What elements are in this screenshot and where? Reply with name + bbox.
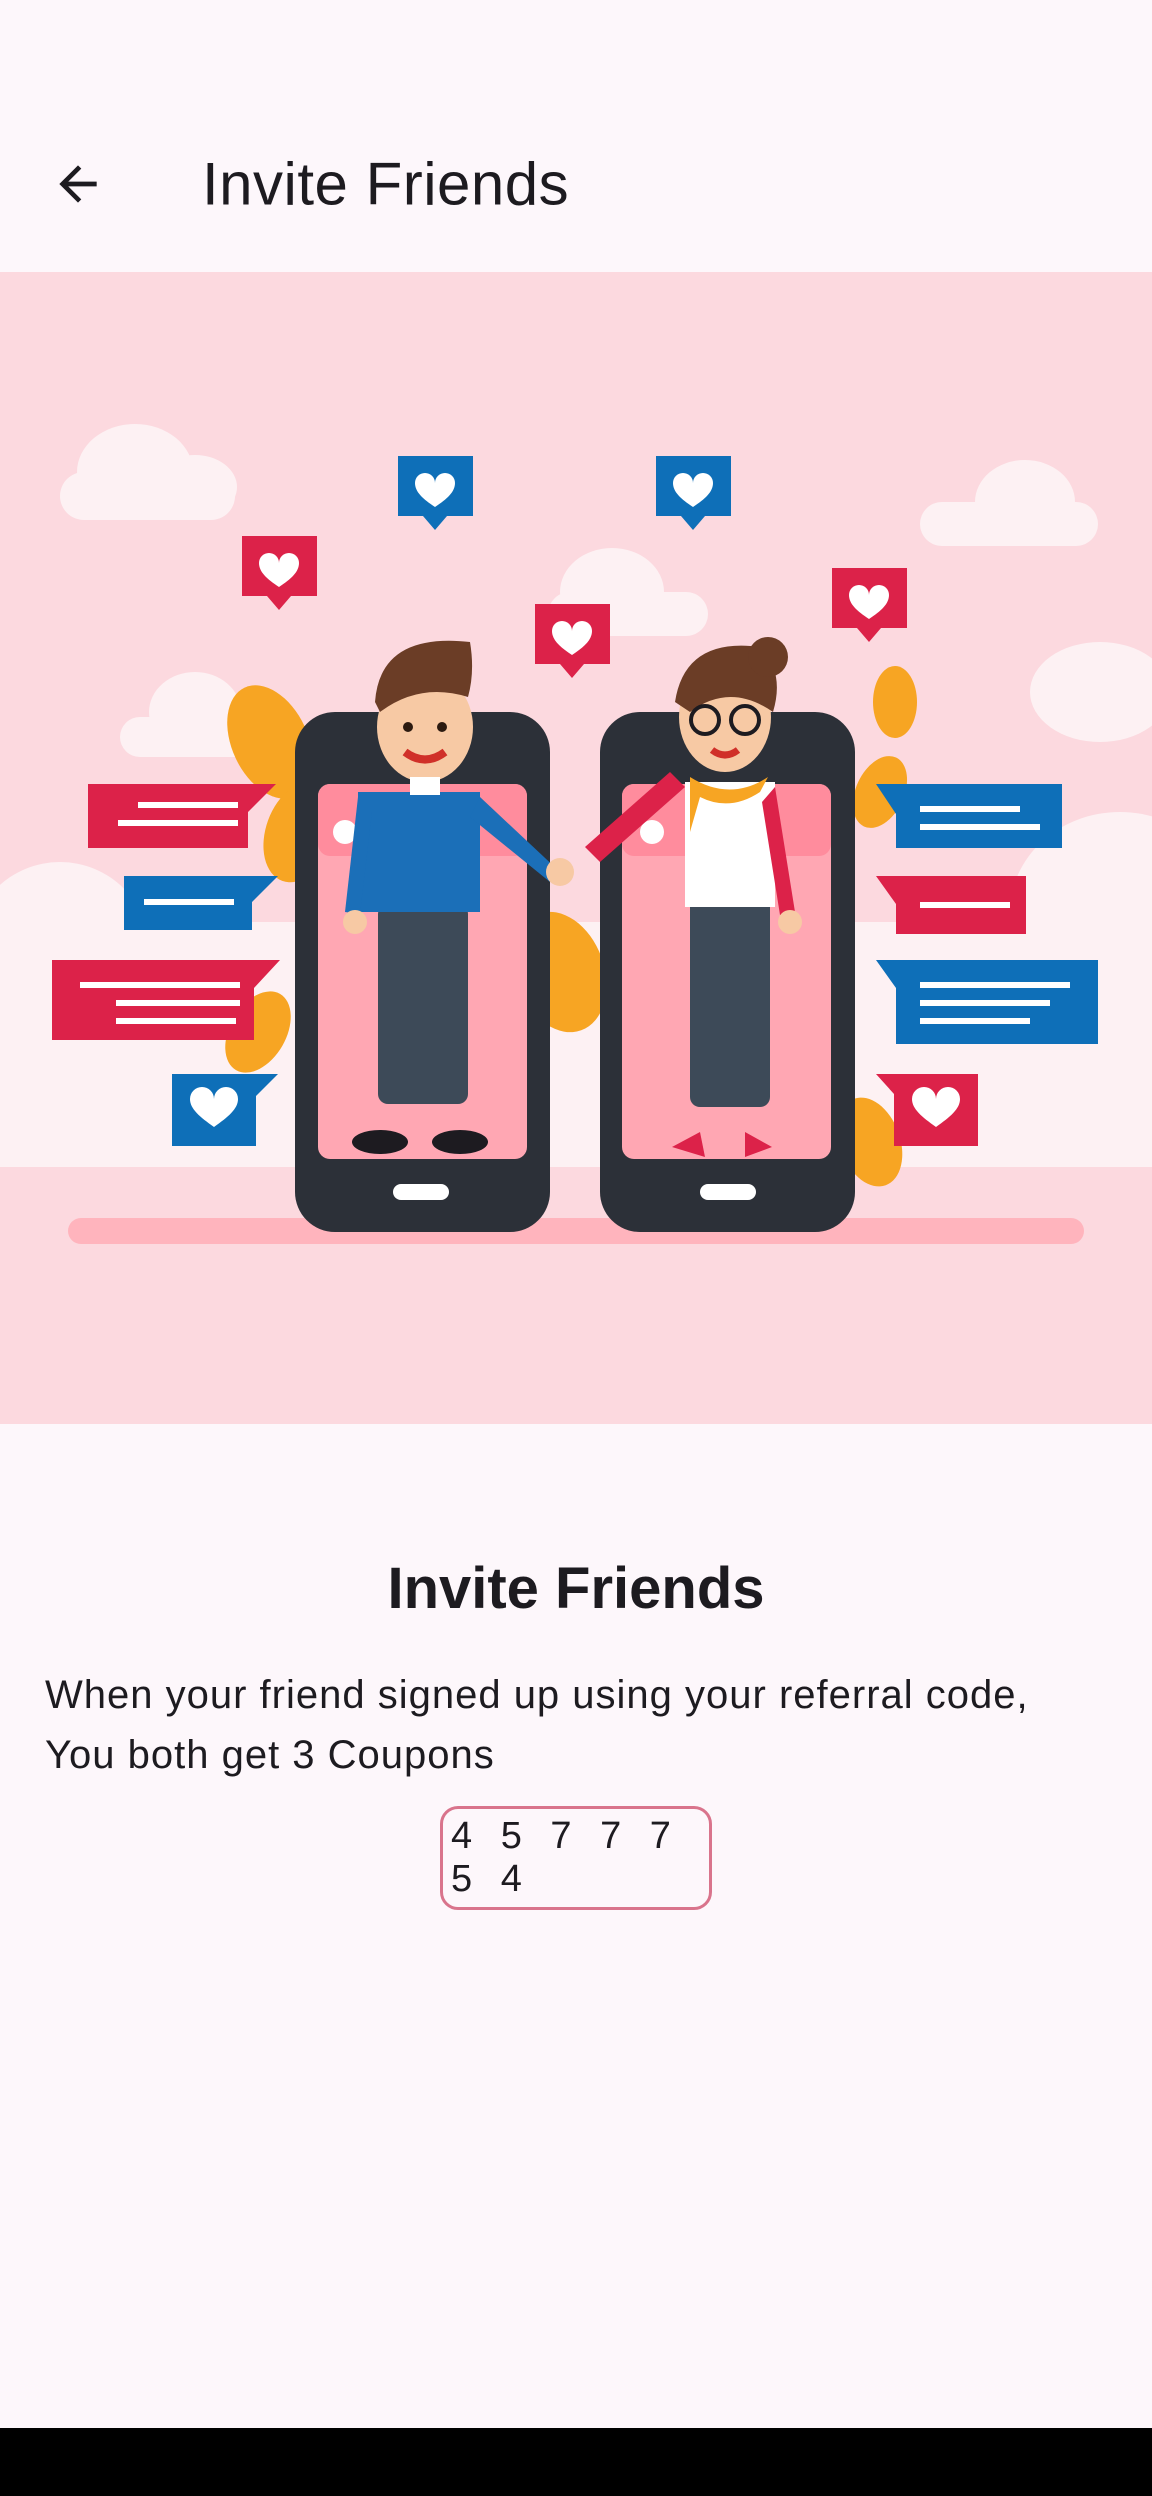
status-bar [0, 0, 1152, 96]
description-line-2: You both get 3 Coupons [45, 1733, 495, 1777]
hero-illustration [0, 272, 1152, 1424]
page-title: Invite Friends [202, 150, 570, 218]
description-line-1: When your friend signed up using your re… [45, 1673, 1029, 1717]
referral-description: When your friend signed up using your re… [45, 1665, 1115, 1785]
system-navigation-bar [0, 2428, 1152, 2496]
arrow-back-icon [59, 165, 97, 203]
content-title: Invite Friends [387, 1556, 765, 1621]
referral-code-box[interactable]: 4 5 7 7 7 5 4 [440, 1806, 712, 1910]
back-button[interactable] [30, 136, 126, 232]
app-bar: Invite Friends [0, 96, 1152, 272]
